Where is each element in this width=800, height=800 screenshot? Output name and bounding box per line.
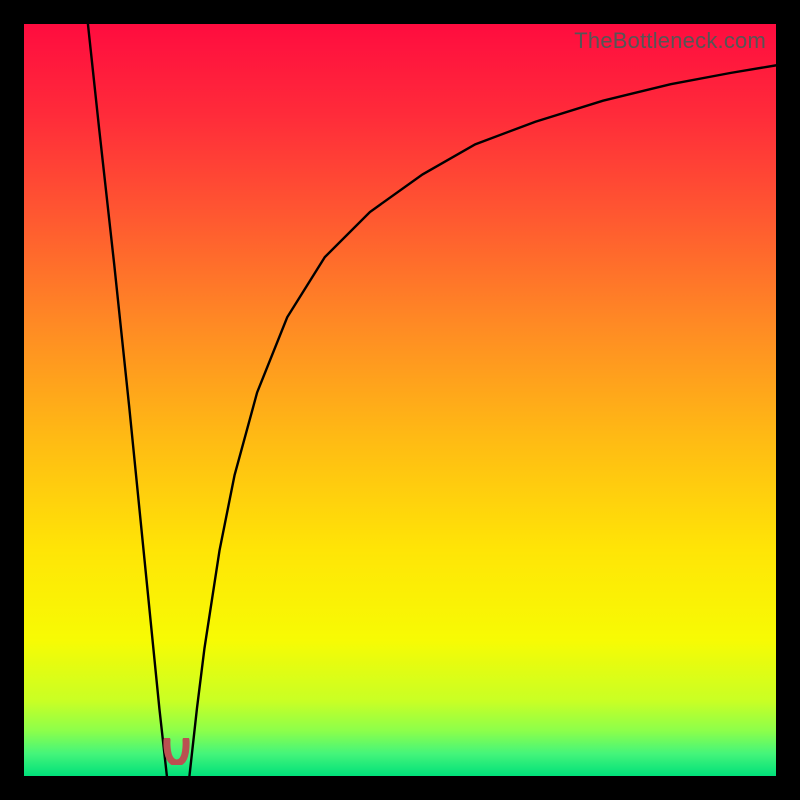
bottleneck-curve — [24, 24, 776, 776]
plot-frame: TheBottleneck.com — [24, 24, 776, 776]
